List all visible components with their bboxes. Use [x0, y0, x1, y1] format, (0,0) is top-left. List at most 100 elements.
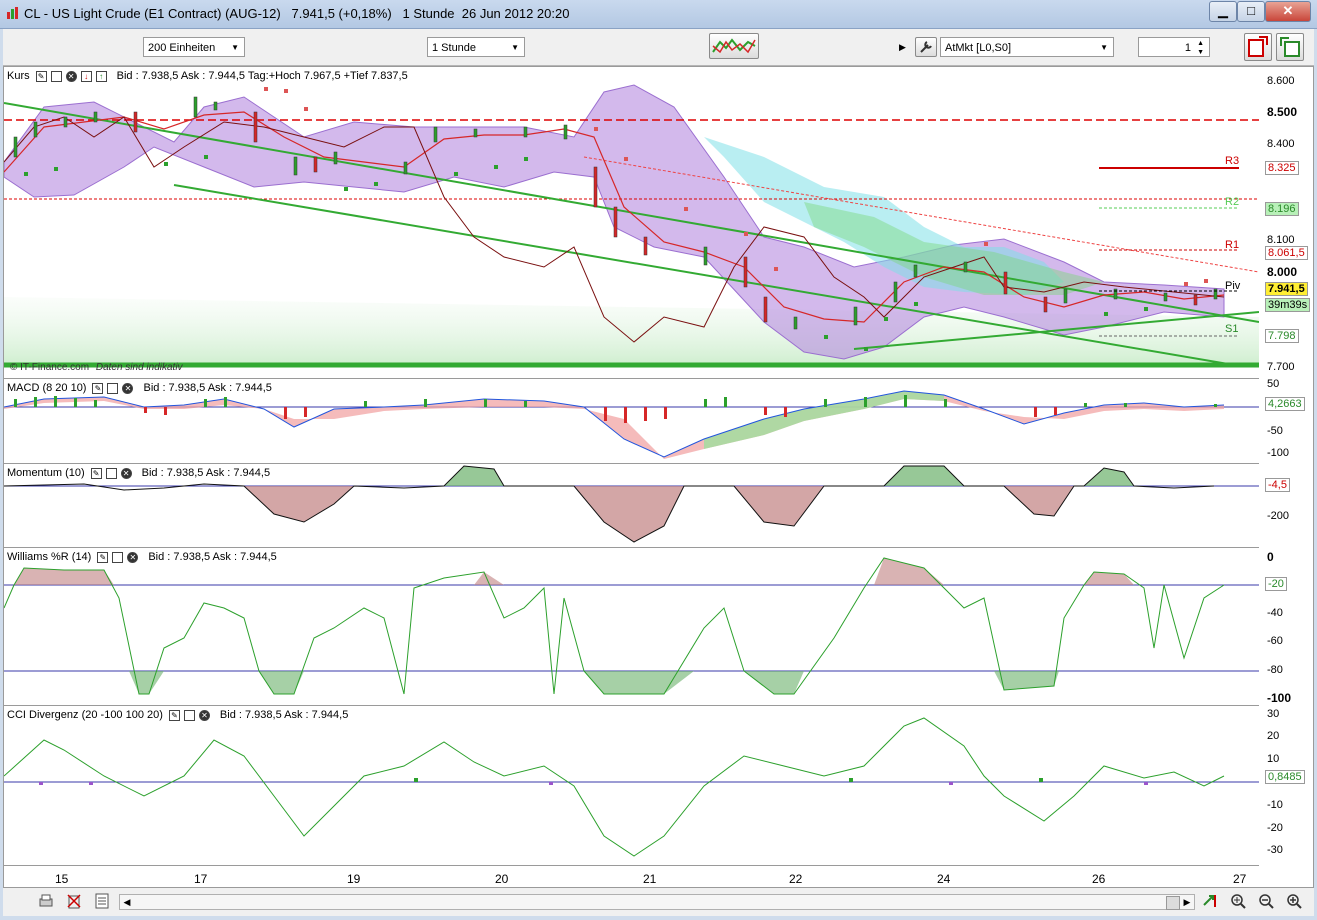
axis-label: 30 — [1267, 708, 1280, 720]
account-select-value: AtMkt [L0,S0] — [945, 42, 1012, 54]
scroll-right-icon[interactable]: ▶ — [1180, 895, 1194, 909]
axis-label: -80 — [1267, 664, 1283, 676]
scroll-thumb[interactable] — [1166, 896, 1180, 910]
momentum-axis: -4,5 -200 — [1259, 464, 1313, 548]
wrench-icon[interactable]: ✎ — [168, 709, 180, 721]
time-axis: 15 17 19 20 21 22 24 26 27 — [4, 865, 1259, 889]
print-icon[interactable] — [37, 892, 55, 910]
axis-label: 8.000 — [1267, 265, 1298, 279]
chart-area[interactable]: Kurs ✎ ✕ ↓ ↑ Bid : 7.938,5 Ask : 7.944,5… — [3, 66, 1314, 888]
go-to-end-icon[interactable] — [1201, 892, 1219, 910]
panel-title: MACD (8 20 10) — [7, 382, 87, 394]
window-icon[interactable] — [105, 467, 117, 479]
close-icon[interactable]: ✕ — [120, 467, 132, 479]
panel-title: Momentum (10) — [7, 467, 85, 479]
axis-label: 7.700 — [1267, 361, 1295, 373]
indicators-button[interactable] — [709, 33, 759, 59]
panel-title: Kurs — [7, 70, 30, 82]
momentum-fill-pos3 — [1084, 468, 1134, 486]
time-tick: 17 — [194, 872, 208, 886]
axis-label: 20 — [1267, 730, 1280, 742]
sell-order-button[interactable] — [1244, 33, 1272, 61]
r3-label: R3 — [1225, 155, 1240, 167]
axis-label: 8.400 — [1267, 138, 1295, 150]
interval-select[interactable]: 1 Stunde ▼ — [427, 37, 525, 57]
download-icon[interactable]: ↓ — [80, 70, 92, 82]
minimize-button[interactable]: ▁ — [1209, 1, 1237, 22]
quantity-stepper[interactable]: 1 ▲ ▼ — [1138, 37, 1210, 57]
time-tick: 15 — [55, 872, 69, 886]
close-button[interactable]: ✕ — [1265, 1, 1311, 22]
spin-arrows-icon[interactable]: ▲ ▼ — [1197, 39, 1204, 57]
r2-label: R2 — [1225, 196, 1240, 208]
units-select[interactable]: 200 Einheiten ▼ — [143, 37, 245, 57]
axis-label: -100 — [1267, 691, 1292, 705]
window-icon[interactable] — [112, 551, 124, 563]
momentum-value-tag: -4,5 — [1265, 478, 1290, 492]
title-bar: CL - US Light Crude (E1 Contract) (AUG-1… — [0, 0, 1317, 29]
time-tick: 19 — [347, 872, 361, 886]
time-tick: 24 — [937, 872, 951, 886]
close-icon[interactable]: ✕ — [198, 709, 210, 721]
zoom-in-icon[interactable] — [1285, 892, 1303, 910]
window-icon[interactable] — [107, 382, 119, 394]
price-panel[interactable]: Kurs ✎ ✕ ↓ ↑ Bid : 7.938,5 Ask : 7.944,5… — [4, 67, 1259, 379]
wrench-icon[interactable]: ✎ — [97, 551, 109, 563]
delete-drawings-icon[interactable] — [65, 892, 83, 910]
buy-order-button[interactable] — [1276, 33, 1304, 61]
axis-label: 8.500 — [1267, 105, 1298, 119]
countdown-tag: 39m39s — [1265, 298, 1311, 312]
cci-panel[interactable]: CCI Divergenz (20 -100 100 20) ✎ ✕ Bid :… — [4, 706, 1259, 865]
watermark: © IT-Finance.com Daten sind indikativ — [10, 362, 183, 373]
close-icon[interactable]: ✕ — [65, 70, 77, 82]
window-title: CL - US Light Crude (E1 Contract) (AUG-1… — [24, 6, 570, 21]
r3-price-tag: 8.325 — [1265, 161, 1299, 175]
macd-panel[interactable]: MACD (8 20 10) ✎ ✕ Bid : 7.938,5 Ask : 7… — [4, 379, 1259, 464]
momentum-fill-pos — [444, 466, 504, 486]
axis-label: -30 — [1267, 844, 1283, 856]
settings-wrench-button[interactable] — [915, 37, 937, 57]
chart-toolbar: 200 Einheiten ▼ 1 Stunde ▼ ▶ AtMkt [L0,S… — [3, 29, 1314, 66]
window-icon[interactable] — [50, 70, 62, 82]
axis-label: 50 — [1267, 378, 1280, 390]
maximize-button[interactable]: □ — [1237, 1, 1265, 22]
chart-scrollbar[interactable]: ◀ ▶ — [119, 894, 1195, 910]
account-select[interactable]: AtMkt [L0,S0] ▼ — [940, 37, 1114, 57]
macd-axis: 50 4,2663 -50 -100 — [1259, 378, 1313, 464]
cci-value-tag: 0,8485 — [1265, 770, 1305, 784]
scroll-left-icon[interactable]: ◀ — [120, 895, 134, 909]
r2-price-tag: 8.196 — [1265, 202, 1299, 216]
axis-label: -50 — [1267, 425, 1283, 437]
upload-icon[interactable]: ↑ — [95, 70, 107, 82]
s1-price-tag: 7.798 — [1265, 329, 1299, 343]
notes-icon[interactable] — [93, 892, 111, 910]
wrench-icon[interactable]: ✎ — [35, 70, 47, 82]
cci-panel-header: CCI Divergenz (20 -100 100 20) ✎ ✕ Bid :… — [7, 708, 349, 722]
momentum-panel[interactable]: Momentum (10) ✎ ✕ Bid : 7.938,5 Ask : 7.… — [4, 464, 1259, 548]
chevron-down-icon: ▼ — [231, 43, 239, 52]
momentum-panel-header: Momentum (10) ✎ ✕ Bid : 7.938,5 Ask : 7.… — [7, 466, 271, 480]
panel-info: Bid : 7.938,5 Ask : 7.944,5 — [143, 382, 272, 394]
close-icon[interactable]: ✕ — [127, 551, 139, 563]
williams-panel[interactable]: Williams %R (14) ✎ ✕ Bid : 7.938,5 Ask :… — [4, 548, 1259, 706]
axis-label: -60 — [1267, 635, 1283, 647]
wrench-icon[interactable]: ✎ — [92, 382, 104, 394]
close-icon[interactable]: ✕ — [122, 382, 134, 394]
williams-panel-header: Williams %R (14) ✎ ✕ Bid : 7.938,5 Ask :… — [7, 550, 277, 564]
chart-app-icon — [7, 7, 18, 19]
play-icon[interactable]: ▶ — [899, 37, 911, 57]
cci-markers — [414, 778, 1043, 782]
panel-info: Bid : 7.938,5 Ask : 7.944,5 — [141, 467, 271, 479]
price-panel-header: Kurs ✎ ✕ ↓ ↑ Bid : 7.938,5 Ask : 7.944,5… — [7, 69, 408, 83]
quantity-value: 1 — [1184, 42, 1191, 54]
r1-price-tag: 8.061,5 — [1265, 246, 1308, 260]
zoom-out-icon[interactable] — [1257, 892, 1275, 910]
cci-axis: 30 20 10 0,8485 -10 -20 -30 — [1259, 706, 1313, 865]
zoom-fit-icon[interactable] — [1229, 892, 1247, 910]
window-icon[interactable] — [183, 709, 195, 721]
wrench-icon[interactable]: ✎ — [90, 467, 102, 479]
panel-info: Bid : 7.938,5 Ask : 7.944,5 — [148, 551, 277, 563]
sell-icon — [1248, 36, 1268, 57]
macd-fill — [4, 391, 1224, 459]
momentum-fill-pos2 — [884, 466, 964, 486]
